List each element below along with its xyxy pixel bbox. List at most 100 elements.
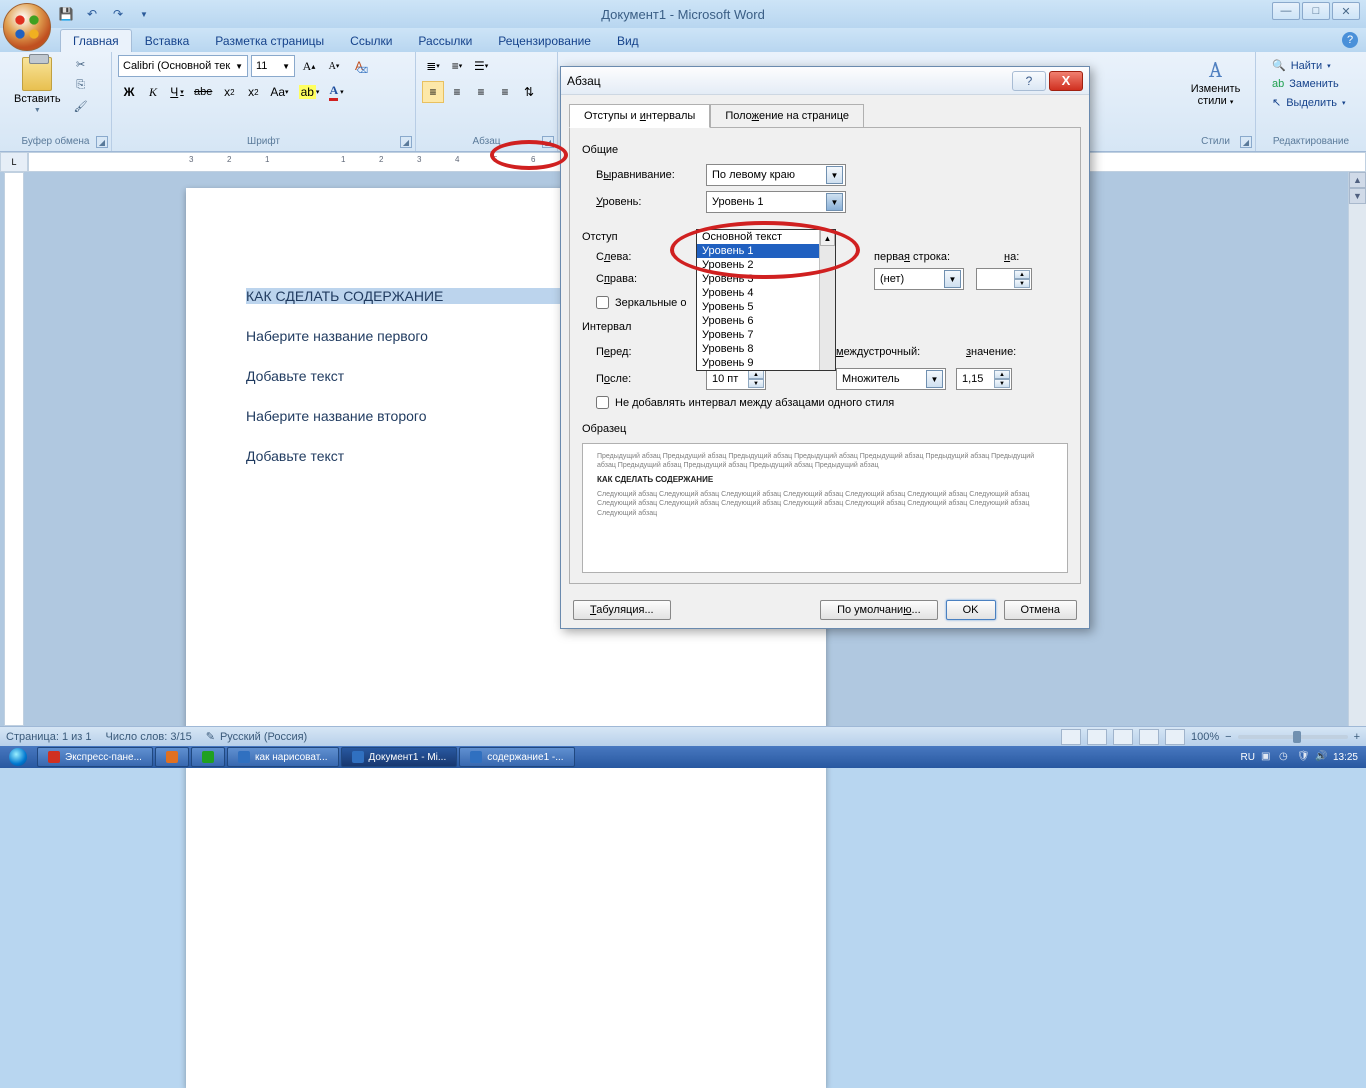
zoom-in-button[interactable]: + (1354, 731, 1360, 743)
undo-icon[interactable]: ↶ (82, 4, 102, 24)
subscript-button[interactable]: x2 (218, 81, 240, 103)
tab-insert[interactable]: Вставка (132, 29, 203, 52)
full-screen-view[interactable] (1087, 729, 1107, 745)
qat-customize-icon[interactable]: ▼ (134, 4, 154, 24)
line-spacing-combo[interactable]: Множитель▼ (836, 368, 946, 390)
office-button[interactable] (3, 3, 51, 51)
at-spin[interactable]: 1,15▲▼ (956, 368, 1012, 390)
default-button[interactable]: По умолчанию... (820, 600, 938, 620)
no-space-checkbox[interactable]: Не добавлять интервал между абзацами одн… (596, 396, 1068, 409)
scroll-up-icon[interactable]: ▲ (820, 230, 835, 246)
clock[interactable]: 13:25 (1333, 752, 1358, 763)
clear-format-icon[interactable]: A⌫ (348, 55, 370, 77)
taskbar-item[interactable]: Документ1 - Mi... (341, 747, 458, 767)
numbering-button[interactable]: ≡▾ (446, 55, 468, 77)
dropdown-scrollbar[interactable]: ▲ (819, 230, 835, 370)
level-option[interactable]: Уровень 8 (697, 342, 835, 356)
volume-icon[interactable]: 🔊 (1315, 751, 1327, 763)
draft-view[interactable] (1165, 729, 1185, 745)
line-spacing-button[interactable]: ⇅ (518, 81, 540, 103)
tray-icon[interactable]: 🛡 (1297, 751, 1309, 763)
font-size-combo[interactable]: 11▼ (251, 55, 295, 77)
multilevel-button[interactable]: ☰▾ (470, 55, 492, 77)
strike-button[interactable]: abe (190, 81, 216, 103)
level-option[interactable]: Уровень 1 (697, 244, 835, 258)
tab-mailings[interactable]: Рассылки (405, 29, 485, 52)
language-indicator[interactable]: ✎Русский (Россия) (206, 730, 308, 743)
level-option[interactable]: Основной текст (697, 230, 835, 244)
scroll-up-icon[interactable]: ▲ (1349, 172, 1366, 188)
word-count[interactable]: Число слов: 3/15 (106, 731, 192, 743)
vertical-ruler[interactable] (4, 172, 24, 726)
level-option[interactable]: Уровень 2 (697, 258, 835, 272)
level-dropdown-list[interactable]: Основной текстУровень 1Уровень 2Уровень … (696, 229, 836, 371)
superscript-button[interactable]: x2 (242, 81, 264, 103)
font-name-combo[interactable]: Calibri (Основной тек▼ (118, 55, 248, 77)
language-indicator-tray[interactable]: RU (1241, 752, 1255, 763)
tray-icon[interactable]: ◷ (1279, 751, 1291, 763)
tabs-button[interactable]: Табуляция... (573, 600, 671, 620)
first-line-by-spin[interactable]: ▲▼ (976, 268, 1032, 290)
dialog-help-button[interactable]: ? (1012, 71, 1046, 91)
after-spin[interactable]: 10 пт▲▼ (706, 368, 766, 390)
help-icon[interactable]: ? (1342, 32, 1358, 48)
level-option[interactable]: Уровень 3 (697, 272, 835, 286)
level-option[interactable]: Уровень 4 (697, 286, 835, 300)
outline-view[interactable] (1139, 729, 1159, 745)
zoom-slider[interactable] (1238, 735, 1348, 739)
replace-button[interactable]: abЗаменить (1268, 76, 1354, 92)
taskbar-item[interactable] (155, 747, 189, 767)
tab-review[interactable]: Рецензирование (485, 29, 604, 52)
dialog-close-button[interactable]: X (1049, 71, 1083, 91)
web-layout-view[interactable] (1113, 729, 1133, 745)
cut-icon[interactable]: ✂ (71, 55, 91, 73)
tab-selector[interactable]: L (0, 152, 28, 172)
dialog-tab-indents[interactable]: Отступы и интервалы (569, 104, 710, 128)
change-case-button[interactable]: Aa▾ (266, 81, 292, 103)
paragraph-launcher[interactable]: ◢ (542, 136, 554, 148)
zoom-percent[interactable]: 100% (1191, 731, 1219, 743)
align-justify-button[interactable]: ≡ (494, 81, 516, 103)
level-option[interactable]: Уровень 5 (697, 300, 835, 314)
align-left-button[interactable]: ≡ (422, 81, 444, 103)
grow-font-icon[interactable]: A▴ (298, 55, 320, 77)
clipboard-launcher[interactable]: ◢ (96, 136, 108, 148)
cancel-button[interactable]: Отмена (1004, 600, 1077, 620)
font-color-button[interactable]: A▾ (325, 81, 347, 103)
first-line-combo[interactable]: (нет)▼ (874, 268, 964, 290)
format-painter-icon[interactable]: 🖌 (71, 97, 91, 115)
taskbar-item[interactable] (191, 747, 225, 767)
italic-button[interactable]: К (142, 81, 164, 103)
taskbar-item[interactable]: содержание1 -... (459, 747, 574, 767)
copy-icon[interactable]: ⎘ (71, 76, 91, 94)
vertical-scrollbar[interactable]: ▲ ▼ (1348, 172, 1366, 726)
ok-button[interactable]: OK (946, 600, 996, 620)
tab-view[interactable]: Вид (604, 29, 652, 52)
align-center-button[interactable]: ≡ (446, 81, 468, 103)
start-button[interactable] (0, 746, 36, 768)
font-launcher[interactable]: ◢ (400, 136, 412, 148)
zoom-out-button[interactable]: − (1225, 731, 1231, 743)
alignment-combo[interactable]: По левому краю▼ (706, 164, 846, 186)
page-indicator[interactable]: Страница: 1 из 1 (6, 731, 92, 743)
taskbar-item[interactable]: как нарисоват... (227, 747, 339, 767)
align-right-button[interactable]: ≡ (470, 81, 492, 103)
save-icon[interactable]: 💾 (56, 4, 76, 24)
minimize-button[interactable]: — (1272, 2, 1300, 20)
tab-home[interactable]: Главная (60, 29, 132, 52)
maximize-button[interactable]: □ (1302, 2, 1330, 20)
styles-launcher[interactable]: ◢ (1240, 136, 1252, 148)
dialog-titlebar[interactable]: Абзац ? X (561, 67, 1089, 95)
bold-button[interactable]: Ж (118, 81, 140, 103)
tray-icon[interactable]: ▣ (1261, 751, 1273, 763)
change-styles-button[interactable]: A Изменить стили ▾ (1182, 55, 1249, 109)
paste-button[interactable]: Вставить ▼ (6, 55, 69, 116)
tab-references[interactable]: Ссылки (337, 29, 405, 52)
level-option[interactable]: Уровень 9 (697, 356, 835, 370)
level-combo[interactable]: Уровень 1▼ (706, 191, 846, 213)
underline-button[interactable]: Ч▾ (166, 81, 188, 103)
redo-icon[interactable]: ↷ (108, 4, 128, 24)
shrink-font-icon[interactable]: A▾ (323, 55, 345, 77)
scroll-down-icon[interactable]: ▼ (1349, 188, 1366, 204)
print-layout-view[interactable] (1061, 729, 1081, 745)
